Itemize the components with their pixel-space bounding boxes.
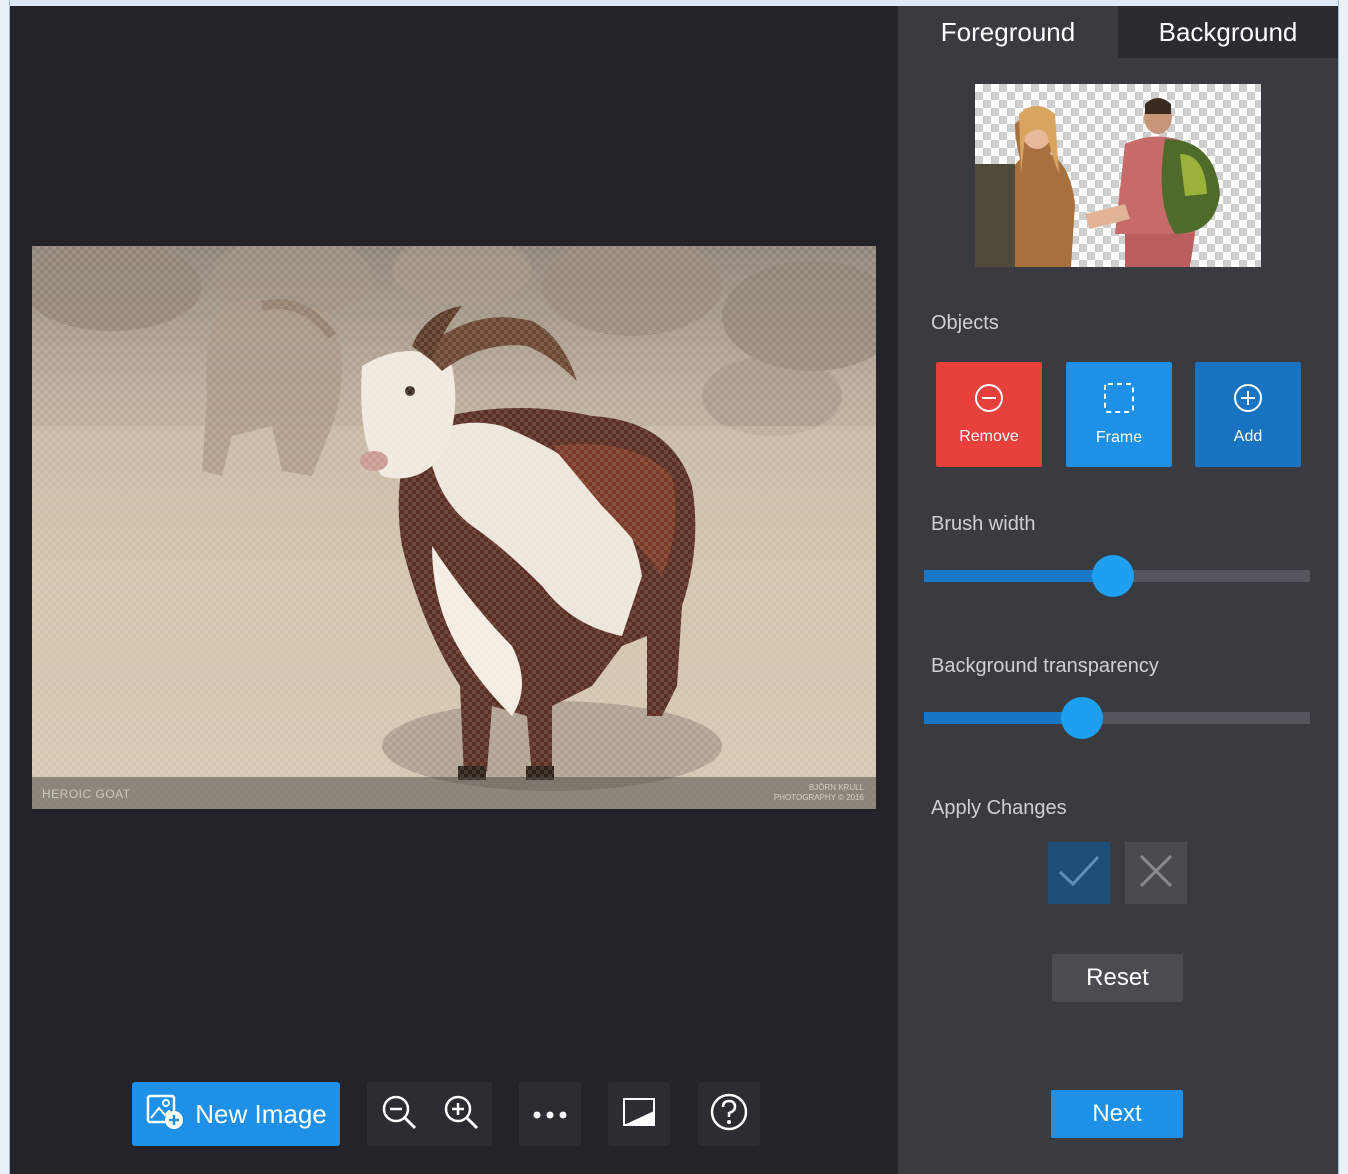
add-label: Add (1233, 428, 1263, 445)
more-icon (532, 1105, 568, 1124)
new-image-button[interactable]: New Image (132, 1082, 340, 1146)
add-object-button[interactable]: Add (1195, 362, 1301, 467)
slider-fill (924, 570, 1114, 582)
close-icon (1138, 853, 1174, 893)
compare-icon (623, 1098, 655, 1130)
watermark-title: HEROIC GOAT (42, 787, 131, 801)
frame-select-icon (1103, 382, 1135, 419)
window-edge-left (0, 0, 10, 1174)
next-button[interactable]: Next (1051, 1090, 1183, 1138)
brush-width-label: Brush width (931, 513, 1036, 535)
objects-label: Objects (931, 312, 999, 334)
brush-width-slider[interactable] (924, 555, 1310, 597)
watermark-copyright: PHOTOGRAPHY © 2016 (773, 793, 864, 802)
checkmark-icon (1057, 854, 1101, 892)
plus-circle-icon (1233, 383, 1263, 418)
apply-cancel-button[interactable] (1125, 842, 1187, 904)
minus-circle-icon (974, 383, 1004, 418)
remove-object-button[interactable]: Remove (936, 362, 1042, 467)
watermark-author: BJÖRN KRULL (808, 783, 864, 792)
new-image-label: New Image (195, 1098, 327, 1129)
zoom-out-icon[interactable] (379, 1092, 419, 1136)
zoom-in-icon[interactable] (441, 1092, 481, 1136)
help-icon (709, 1092, 749, 1136)
slider-knob[interactable] (1061, 697, 1104, 739)
more-button[interactable] (519, 1082, 581, 1146)
window-edge-right (1338, 0, 1348, 1174)
new-image-icon (145, 1091, 185, 1138)
compare-button[interactable] (608, 1082, 670, 1146)
bg-transparency-slider[interactable] (924, 697, 1310, 739)
reset-button[interactable]: Reset (1052, 954, 1183, 1002)
apply-confirm-button[interactable] (1048, 842, 1110, 904)
tab-background[interactable]: Background (1118, 6, 1338, 58)
app-window: HEROIC GOAT BJÖRN KRULL PHOTOGRAPHY © 20… (10, 6, 1338, 1174)
panel-tabs: Foreground Background (898, 6, 1338, 58)
frame-label: Frame (1095, 429, 1143, 446)
slider-knob[interactable] (1092, 555, 1135, 597)
goat-photo[interactable]: HEROIC GOAT BJÖRN KRULL PHOTOGRAPHY © 20… (32, 246, 876, 809)
people-thumbnail (975, 98, 1220, 267)
bg-transparency-label: Background transparency (931, 655, 1159, 677)
zoom-controls (367, 1082, 492, 1146)
help-button[interactable] (698, 1082, 760, 1146)
watermark-credit: BJÖRN KRULL PHOTOGRAPHY © 2016 (774, 783, 864, 803)
frame-object-button[interactable]: Frame (1066, 362, 1172, 467)
remove-label: Remove (959, 428, 1019, 445)
slider-fill (924, 712, 1083, 724)
goat-image (32, 246, 876, 809)
editor-canvas: HEROIC GOAT BJÖRN KRULL PHOTOGRAPHY © 20… (10, 6, 898, 1174)
tab-foreground[interactable]: Foreground (898, 6, 1118, 58)
photo-caption-bar (32, 777, 876, 809)
side-panel: Foreground Background Objects Remove Fra… (898, 6, 1338, 1174)
foreground-preview[interactable] (975, 84, 1261, 267)
apply-changes-label: Apply Changes (931, 797, 1067, 819)
